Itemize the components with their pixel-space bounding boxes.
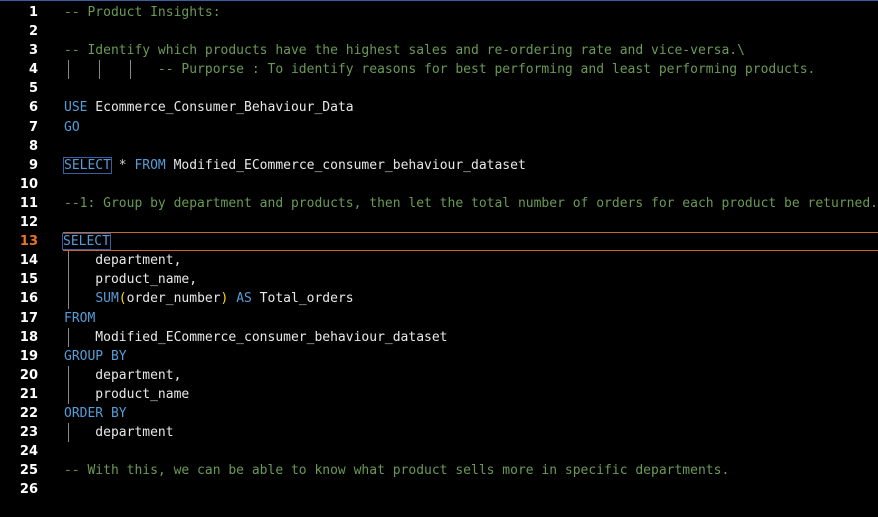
line-number: 3 [28, 43, 38, 59]
line-number: 17 [19, 310, 38, 326]
line-number: 13 [19, 234, 38, 250]
line-number: 5 [28, 81, 38, 97]
code-line[interactable]: -- Identify which products have the high… [64, 41, 878, 60]
code-token-kw: SUM [95, 291, 119, 307]
code-line[interactable]: product_name [64, 384, 878, 404]
code-line[interactable]: -- Product Insights: [64, 3, 878, 22]
code-line[interactable]: SELECT * FROM Modified_ECommerce_consume… [63, 156, 878, 175]
indent-guide [68, 270, 69, 290]
code-line[interactable] [64, 79, 878, 98]
code-token-comment: -- Purporse : To identify reasons for be… [64, 62, 816, 78]
code-line[interactable]: -- With this, we can be able to know wha… [64, 461, 878, 480]
line-number: 6 [28, 100, 38, 116]
code-token-plain: product_name, [64, 272, 198, 288]
line-number: 11 [19, 195, 38, 211]
line-number: 10 [19, 176, 38, 192]
code-line[interactable]: SELECT [62, 232, 878, 252]
code-token-kw: FROM [64, 310, 96, 326]
code-token-kw: ORDER BY [64, 405, 127, 421]
code-line[interactable] [64, 213, 878, 232]
indent-guide [68, 289, 69, 309]
indent-guide [68, 60, 69, 80]
code-line[interactable]: GROUP BY [64, 347, 878, 366]
code-token-kw: GROUP BY [64, 348, 127, 364]
code-area[interactable]: -- Product Insights: -- Identify which pr… [62, 3, 878, 499]
code-line[interactable]: SUM(order_number) AS Total_orders [64, 289, 878, 309]
line-number: 8 [28, 138, 38, 154]
code-token-comment: --1: Group by department and products, t… [64, 195, 878, 211]
line-number: 26 [19, 482, 38, 498]
code-token-plain: Ecommerce_Consumer_Behaviour_Data [87, 100, 354, 116]
line-number: 15 [19, 272, 38, 288]
code-token-plain: department [64, 425, 174, 441]
line-number: 16 [19, 291, 38, 307]
line-number: 14 [19, 253, 38, 269]
code-token-plain: department, [64, 253, 182, 269]
code-line[interactable]: Modified_ECommerce_consumer_behaviour_da… [64, 327, 878, 347]
code-token-plain: product_name [64, 386, 190, 402]
code-line[interactable]: ORDER BY [64, 404, 878, 423]
code-token-plain: Modified_ECommerce_consumer_behaviour_da… [165, 157, 526, 173]
line-number: 4 [28, 62, 38, 78]
code-line[interactable]: department, [64, 365, 878, 385]
code-line[interactable] [64, 175, 878, 194]
line-number: 22 [19, 405, 38, 421]
code-token-plain: Total_orders [251, 291, 354, 307]
indent-guide [68, 327, 69, 347]
code-token-plain: order_number [126, 291, 221, 307]
code-line[interactable]: GO [64, 118, 878, 137]
code-line[interactable]: department [64, 423, 878, 443]
indent-guide [68, 384, 69, 404]
code-token-plain: Modified_ECommerce_consumer_behaviour_da… [64, 329, 448, 345]
code-line[interactable]: USE Ecommerce_Consumer_Behaviour_Data [64, 98, 878, 117]
indent-guide [68, 423, 69, 443]
indent-guide [99, 60, 100, 80]
line-number: 25 [19, 463, 38, 479]
line-number: 24 [19, 444, 38, 460]
code-line[interactable]: product_name, [64, 270, 878, 290]
line-number-gutter: 1 2 3 4 5 6 7 8 9 10 11 12 13 14 15 16 17 18 19 20 21 22 23 24 2… [0, 3, 46, 499]
code-line[interactable]: --1: Group by department and products, t… [64, 194, 878, 213]
code-token-kw: USE [64, 100, 88, 116]
code-token-comment: -- Product Insights: [64, 5, 221, 20]
code-token-kwbox: SELECT [63, 156, 112, 174]
indent-guide [68, 251, 69, 271]
sql-code-editor[interactable]: 1 2 3 4 5 6 7 8 9 10 11 12 13 14 15 16 17 18 19 20 21 22 23 24 2… [0, 0, 878, 517]
indent-guide [68, 365, 69, 385]
code-line[interactable] [64, 22, 878, 41]
line-number: 9 [28, 157, 38, 173]
code-token-kw: GO [64, 119, 80, 135]
line-number: 1 [28, 5, 38, 20]
code-line[interactable] [64, 480, 878, 499]
line-number: 20 [19, 367, 38, 383]
code-token-op: * [110, 157, 135, 173]
code-token-kwbox: SELECT [62, 233, 111, 251]
code-token-paren: ( [118, 291, 127, 307]
line-number: 7 [28, 119, 38, 135]
code-token-comment: -- With this, we can be able to know wha… [64, 463, 730, 479]
code-line[interactable]: department, [64, 251, 878, 271]
code-token-comment: -- Identify which products have the high… [64, 43, 745, 59]
line-number: 12 [19, 215, 38, 231]
code-line[interactable]: FROM [64, 309, 878, 328]
code-token-kw: AS [236, 291, 252, 307]
line-number: 18 [19, 329, 38, 345]
code-line[interactable]: -- Purporse : To identify reasons for be… [64, 60, 878, 80]
line-number: 21 [19, 386, 38, 402]
indent-guide [130, 60, 131, 80]
code-token-plain: department, [64, 367, 182, 383]
line-number: 19 [19, 348, 38, 364]
line-number: 2 [28, 24, 38, 40]
line-number: 23 [19, 425, 38, 441]
code-line[interactable] [64, 442, 878, 461]
code-token-kw: FROM [134, 157, 166, 173]
code-line[interactable] [64, 137, 878, 156]
